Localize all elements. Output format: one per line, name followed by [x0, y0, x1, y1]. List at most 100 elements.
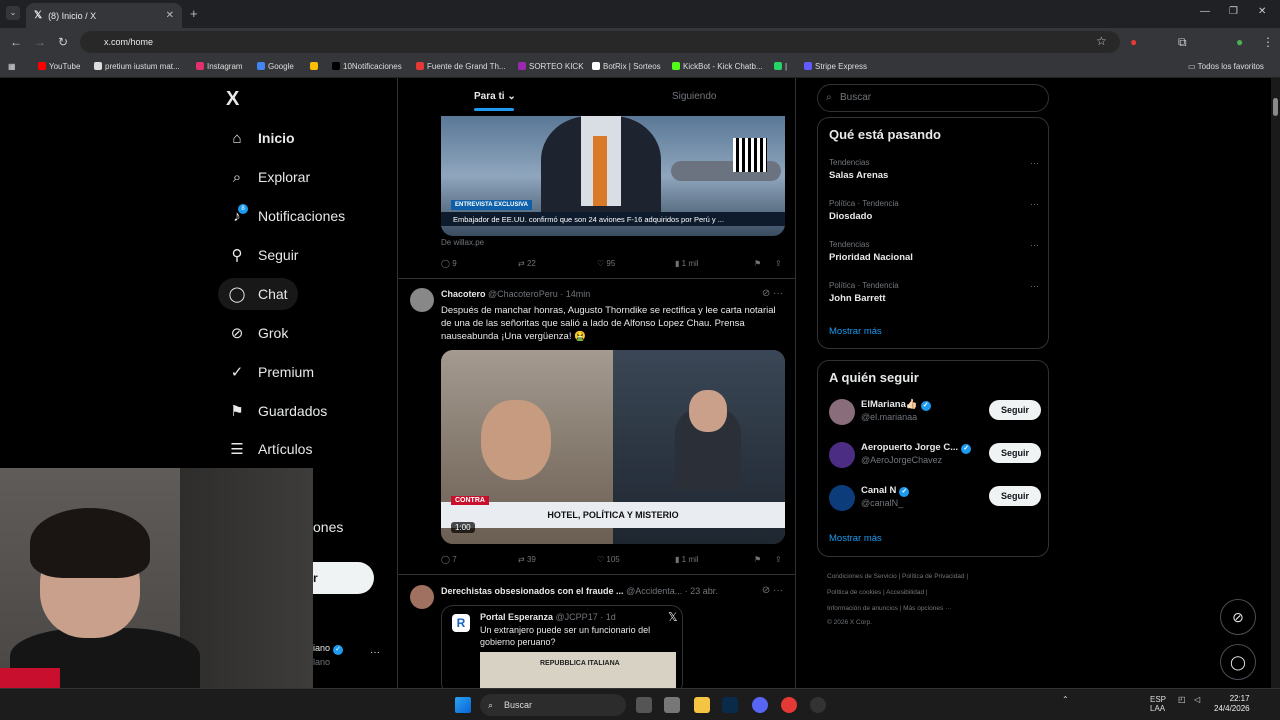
post1-source[interactable]: De willax.pe: [441, 238, 484, 247]
app-icon[interactable]: [664, 697, 680, 713]
repost-button[interactable]: ⇄ 22: [518, 259, 536, 268]
x-logo[interactable]: X: [226, 88, 239, 111]
new-tab-button[interactable]: +: [190, 6, 198, 21]
follow-button[interactable]: Seguir: [989, 400, 1041, 420]
browser-menu-icon[interactable]: ⋮: [1262, 35, 1274, 49]
bookmark-item[interactable]: pretium iustum mat...: [94, 62, 180, 71]
bookmark-item[interactable]: YouTube: [38, 62, 80, 71]
search-input[interactable]: ⌕ Buscar: [817, 84, 1049, 112]
bookmark-item[interactable]: [310, 62, 321, 71]
sidebar-item-explorar[interactable]: ⌕ Explorar: [218, 161, 320, 193]
volume-icon[interactable]: ◁: [1194, 695, 1200, 704]
like-button[interactable]: ♡ 95: [597, 259, 615, 268]
sidebar-item-seguir[interactable]: ⚲ Seguir: [218, 239, 308, 271]
avatar[interactable]: [829, 485, 855, 511]
sidebar-item-guardados[interactable]: ⚑ Guardados: [218, 395, 337, 427]
post3-time[interactable]: 23 abr.: [690, 586, 718, 596]
chrome-icon[interactable]: [781, 697, 797, 713]
trend-more-icon[interactable]: ···: [1030, 281, 1039, 291]
trends-show-more-link[interactable]: Mostrar más: [829, 326, 882, 337]
bookmark-item[interactable]: BotRix | Sorteos: [592, 62, 661, 71]
trend-more-icon[interactable]: ···: [1030, 199, 1039, 209]
close-window-button[interactable]: ✕: [1258, 6, 1266, 17]
post3-more-icon[interactable]: ⊘ ···: [762, 585, 783, 596]
footer-links-3[interactable]: Información de anuncios | Más opciones ·…: [827, 605, 952, 612]
profile-avatar-icon[interactable]: ●: [1236, 35, 1243, 49]
bookmark-star-icon[interactable]: ☆: [1096, 34, 1107, 48]
post2-handle[interactable]: @ChacoteroPeru: [488, 289, 558, 299]
back-icon[interactable]: ←: [10, 35, 22, 49]
network-icon[interactable]: ◰: [1178, 695, 1186, 704]
sidebar-more-label-partial[interactable]: ones: [313, 519, 343, 535]
forward-icon[interactable]: →: [34, 35, 46, 49]
bookmark-item[interactable]: Google: [257, 62, 294, 71]
extensions-puzzle-icon[interactable]: ⧉: [1178, 35, 1187, 50]
tray-overflow-icon[interactable]: ⌃: [1062, 695, 1069, 704]
post2-more-icon[interactable]: ⊘ ···: [762, 288, 783, 299]
tab-close-icon[interactable]: ✕: [166, 10, 174, 21]
photoshop-icon[interactable]: [722, 697, 738, 713]
sidebar-item-inicio[interactable]: ⌂ Inicio: [218, 122, 305, 154]
app-icon-2[interactable]: [810, 697, 826, 713]
bookmark-item[interactable]: KickBot - Kick Chatb...: [672, 62, 763, 71]
account-menu-icon[interactable]: ···: [370, 647, 380, 658]
repost-button[interactable]: ⇄ 39: [518, 555, 536, 564]
discord-icon[interactable]: [752, 697, 768, 713]
restore-button[interactable]: ❐: [1229, 6, 1238, 17]
file-explorer-icon[interactable]: [694, 697, 710, 713]
post2-media[interactable]: HOTEL, POLÍTICA Y MISTERIO CONTRA 1:00: [441, 350, 785, 544]
trend-item[interactable]: Política · Tendencia Diosdado ···: [829, 199, 1039, 222]
extension-icon[interactable]: ●: [1130, 35, 1137, 49]
bookmark-item[interactable]: 10Notificaciones: [332, 62, 402, 71]
scrollbar-thumb[interactable]: [1273, 98, 1278, 116]
views-button[interactable]: ▮ 1 mil: [675, 555, 699, 564]
task-view-icon[interactable]: [636, 697, 652, 713]
sidebar-item-articulos[interactable]: ☰ Artículos: [218, 433, 322, 465]
sidebar-item-notificaciones[interactable]: ♪ Notificaciones 8: [218, 200, 355, 232]
reply-button[interactable]: ◯ 7: [441, 555, 457, 564]
sidebar-item-grok[interactable]: ⊘ Grok: [218, 317, 298, 349]
sidebar-item-chat[interactable]: ◯ Chat: [218, 278, 298, 310]
post3-author-name[interactable]: Derechistas obsesionados con el fraude .…: [441, 586, 624, 596]
language-indicator[interactable]: ESP LAA: [1150, 695, 1166, 713]
trend-more-icon[interactable]: ···: [1030, 240, 1039, 250]
taskbar-search[interactable]: ⌕ Buscar: [480, 694, 626, 716]
apps-grid-icon[interactable]: ▦: [8, 62, 16, 71]
share-icon[interactable]: ⇪: [775, 259, 782, 268]
reload-icon[interactable]: ↻: [58, 35, 68, 49]
follow-button[interactable]: Seguir: [989, 486, 1041, 506]
avatar[interactable]: [829, 399, 855, 425]
windows-start-icon[interactable]: [455, 697, 471, 713]
footer-links-1[interactable]: Condiciones de Servicio | Política de Pr…: [827, 573, 968, 580]
tab-search-button[interactable]: ⌄: [6, 6, 20, 20]
footer-links-2[interactable]: Política de cookies | Accesibilidad |: [827, 589, 928, 596]
trend-item[interactable]: Tendencias Salas Arenas ···: [829, 158, 1039, 181]
bookmark-button[interactable]: ⚑: [754, 555, 761, 564]
taskbar-clock[interactable]: 22:17 24/4/2026: [1214, 694, 1250, 714]
share-icon[interactable]: ⇪: [775, 555, 782, 564]
post3-avatar[interactable]: [410, 585, 434, 609]
follow-suggestion[interactable]: Canal N ✓ @canalN_ Seguir: [829, 483, 1041, 517]
account-name-partial[interactable]: iano ✓: [313, 643, 344, 655]
browser-tab[interactable]: 𝕏 (8) Inicio / X ✕: [26, 3, 182, 28]
omnibox[interactable]: x.com/home: [80, 31, 1120, 53]
grok-fab-icon[interactable]: ⊘: [1220, 599, 1256, 635]
bookmark-item[interactable]: Instagram: [196, 62, 243, 71]
tab-para-ti[interactable]: Para ti ⌄: [474, 91, 516, 111]
all-bookmarks[interactable]: ▭ Todos los favoritos: [1188, 62, 1264, 71]
post3-handle[interactable]: @Accidenta...: [626, 586, 682, 596]
bookmark-item[interactable]: SORTEO KICK: [518, 62, 584, 71]
post2-avatar[interactable]: [410, 288, 434, 312]
reply-button[interactable]: ◯ 9: [441, 259, 457, 268]
follow-suggestion[interactable]: Aeropuerto Jorge C... ✓ @AeroJorgeChavez Se…: [829, 440, 1041, 474]
minimize-button[interactable]: —: [1200, 6, 1210, 17]
page-scrollbar[interactable]: [1271, 78, 1280, 688]
trend-item[interactable]: Tendencias Prioridad Nacional ···: [829, 240, 1039, 263]
post2-author-name[interactable]: Chacotero: [441, 289, 486, 299]
avatar[interactable]: [829, 442, 855, 468]
follow-suggestion[interactable]: ElMariana👍🏻 ✓ @el.marianaa Seguir: [829, 397, 1041, 431]
follow-button[interactable]: Seguir: [989, 443, 1041, 463]
follow-show-more-link[interactable]: Mostrar más: [829, 533, 882, 544]
trend-more-icon[interactable]: ···: [1030, 158, 1039, 168]
bookmark-item[interactable]: Stripe Express: [804, 62, 867, 71]
